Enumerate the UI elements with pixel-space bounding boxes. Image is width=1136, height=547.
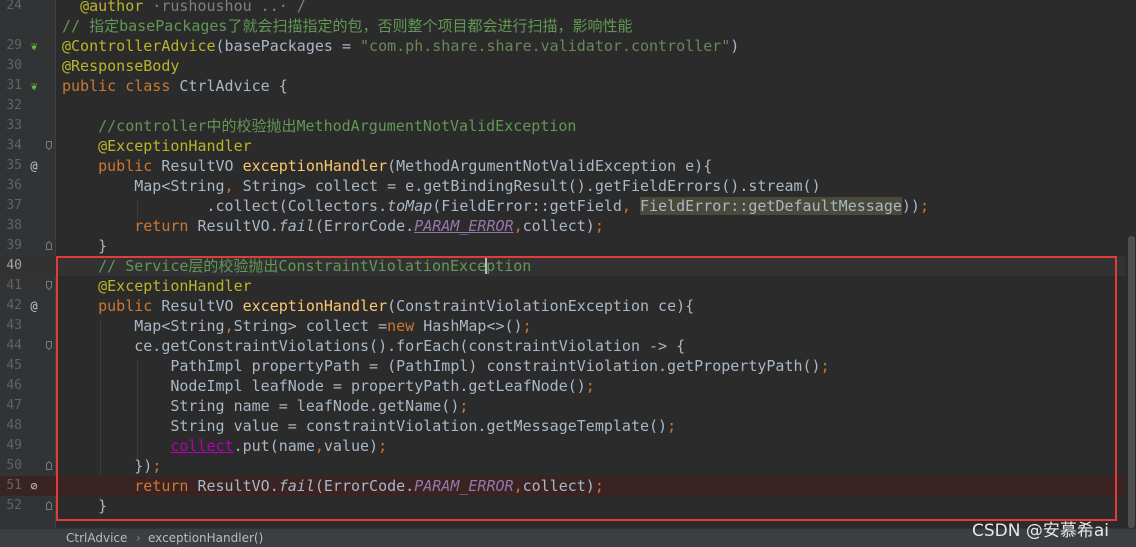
code-line-31[interactable]: 31 ❦ public class CtrlAdvice { xyxy=(0,76,1136,96)
code-text: }); xyxy=(62,457,162,475)
line-number: 32 xyxy=(6,98,22,113)
code-text: // 指定basePackages了就会扫描指定的包，否则整个项目都会进行扫描，… xyxy=(62,17,633,35)
code-line-50[interactable]: 50 }); xyxy=(0,456,1136,476)
code-text: ce.getConstraintViolations().forEach(con… xyxy=(62,337,686,355)
line-number: 34 xyxy=(6,138,22,153)
code-text: // Service层的校验抛出ConstraintViolationExcep… xyxy=(62,257,532,275)
code-line-47[interactable]: 47 String name = leafNode.getName(); xyxy=(0,396,1136,416)
code-line-48[interactable]: 48 String value = constraintViolation.ge… xyxy=(0,416,1136,436)
code-text: } xyxy=(62,497,108,515)
line-number: 30 xyxy=(6,58,22,73)
code-text: String value = constraintViolation.getMe… xyxy=(62,417,677,435)
breadcrumb-separator: › xyxy=(136,531,141,545)
code-line-44[interactable]: 44 ce.getConstraintViolations().forEach(… xyxy=(0,336,1136,356)
code-line-29[interactable]: 29 ❦ @ControllerAdvice(basePackages = "c… xyxy=(0,36,1136,56)
line-number: 51 xyxy=(6,478,22,493)
override-annotation-icon[interactable]: @ xyxy=(27,159,41,173)
code-text: @ExceptionHandler xyxy=(62,277,252,295)
line-number: 29 xyxy=(6,38,22,53)
code-text: return ResultVO.fail(ErrorCode.PARAM_ERR… xyxy=(134,477,604,495)
line-number: 44 xyxy=(6,338,22,353)
code-line-34[interactable]: 34 @ExceptionHandler xyxy=(0,136,1136,156)
code-text: collect.put(name,value); xyxy=(170,437,388,455)
code-line-52[interactable]: 52 } xyxy=(0,496,1136,516)
line-number: 36 xyxy=(6,178,22,193)
code-line-41[interactable]: 41 @ExceptionHandler xyxy=(0,276,1136,296)
code-line-46[interactable]: 46 NodeImpl leafNode = propertyPath.getL… xyxy=(0,376,1136,396)
code-line-40[interactable]: 40 // Service层的校验抛出ConstraintViolationEx… xyxy=(0,256,1136,276)
code-text: public class CtrlAdvice { xyxy=(62,77,288,95)
breadcrumb: CtrlAdvice › exceptionHandler() xyxy=(0,528,1136,547)
line-number: 43 xyxy=(6,318,22,333)
code-text: Map<String,String> collect =new HashMap<… xyxy=(62,317,532,335)
breakpoint-disabled-icon[interactable]: ⊘ xyxy=(27,479,41,493)
code-line-42[interactable]: 42 @ public ResultVO exceptionHandler(Co… xyxy=(0,296,1136,316)
line-number: 45 xyxy=(6,358,22,373)
code-text: NodeImpl leafNode = propertyPath.getLeaf… xyxy=(62,377,595,395)
watermark: CSDN @安慕希ai xyxy=(972,521,1110,541)
code-text: public ResultVO exceptionHandler(MethodA… xyxy=(98,157,713,175)
fold-icon[interactable] xyxy=(46,141,52,150)
code-text: @author ·rushoushou ..· / xyxy=(80,0,306,15)
spring-bean-icon[interactable]: ❦ xyxy=(27,39,41,53)
code-line-39[interactable]: 39 } xyxy=(0,236,1136,256)
line-number: 38 xyxy=(6,218,22,233)
code-text: } xyxy=(62,237,108,255)
line-number: 40 xyxy=(6,258,22,273)
scrollbar-thumb[interactable] xyxy=(1128,236,1135,528)
line-number: 37 xyxy=(6,198,22,213)
fold-icon[interactable] xyxy=(46,461,52,470)
line-number: 33 xyxy=(6,118,22,133)
code-text: public ResultVO exceptionHandler(Constra… xyxy=(98,297,695,315)
code-editor[interactable]: 24 @author ·rushoushou ..· / // 指定basePa… xyxy=(0,0,1136,528)
breadcrumb-item-method[interactable]: exceptionHandler() xyxy=(148,529,263,547)
code-line-comment-basepackages[interactable]: // 指定basePackages了就会扫描指定的包，否则整个项目都会进行扫描，… xyxy=(0,16,1136,36)
code-text: return ResultVO.fail(ErrorCode.PARAM_ERR… xyxy=(134,217,604,235)
code-text: //controller中的校验抛出MethodArgumentNotValid… xyxy=(62,117,577,135)
breadcrumb-item-class[interactable]: CtrlAdvice xyxy=(66,529,127,547)
line-number: 52 xyxy=(6,498,22,513)
code-line-43[interactable]: 43 Map<String,String> collect =new HashM… xyxy=(0,316,1136,336)
code-line-24[interactable]: 24 @author ·rushoushou ..· / xyxy=(0,0,1136,16)
fold-icon[interactable] xyxy=(46,341,52,350)
code-text: PathImpl propertyPath = (PathImpl) const… xyxy=(62,357,830,375)
code-line-36[interactable]: 36 Map<String, String> collect = e.getBi… xyxy=(0,176,1136,196)
line-number: 46 xyxy=(6,378,22,393)
line-number: 35 xyxy=(6,158,22,173)
line-number: 41 xyxy=(6,278,22,293)
line-number: 39 xyxy=(6,238,22,253)
code-text: @ExceptionHandler xyxy=(62,137,252,155)
code-text: String name = leafNode.getName(); xyxy=(62,397,469,415)
text-caret xyxy=(485,258,488,274)
code-line-37[interactable]: 37 .collect(Collectors.toMap(FieldError:… xyxy=(0,196,1136,216)
code-line-38[interactable]: 38 return ResultVO.fail(ErrorCode.PARAM_… xyxy=(0,216,1136,236)
line-number: 24 xyxy=(6,0,22,13)
spring-bean-icon[interactable]: ❦ xyxy=(27,79,41,93)
code-line-33[interactable]: 33 //controller中的校验抛出MethodArgumentNotVa… xyxy=(0,116,1136,136)
line-number: 31 xyxy=(6,78,22,93)
override-annotation-icon[interactable]: @ xyxy=(27,299,41,313)
code-line-45[interactable]: 45 PathImpl propertyPath = (PathImpl) co… xyxy=(0,356,1136,376)
code-line-35[interactable]: 35 @ public ResultVO exceptionHandler(Me… xyxy=(0,156,1136,176)
fold-icon[interactable] xyxy=(46,241,52,250)
line-number: 48 xyxy=(6,418,22,433)
code-line-32[interactable]: 32 xyxy=(0,96,1136,116)
code-line-51[interactable]: 51 ⊘ return ResultVO.fail(ErrorCode.PARA… xyxy=(0,476,1136,496)
line-number: 42 xyxy=(6,298,22,313)
code-text: .collect(Collectors.toMap(FieldError::ge… xyxy=(62,197,929,215)
line-number: 47 xyxy=(6,398,22,413)
code-text: @ResponseBody xyxy=(62,57,180,75)
code-line-49[interactable]: 49 collect.put(name,value); xyxy=(0,436,1136,456)
line-number: 50 xyxy=(6,458,22,473)
code-text: Map<String, String> collect = e.getBindi… xyxy=(62,177,821,195)
code-text: @ControllerAdvice(basePackages = "com.ph… xyxy=(62,37,740,55)
line-number: 49 xyxy=(6,438,22,453)
code-line-30[interactable]: 30 @ResponseBody xyxy=(0,56,1136,76)
fold-icon[interactable] xyxy=(46,281,52,290)
fold-icon[interactable] xyxy=(46,501,52,510)
